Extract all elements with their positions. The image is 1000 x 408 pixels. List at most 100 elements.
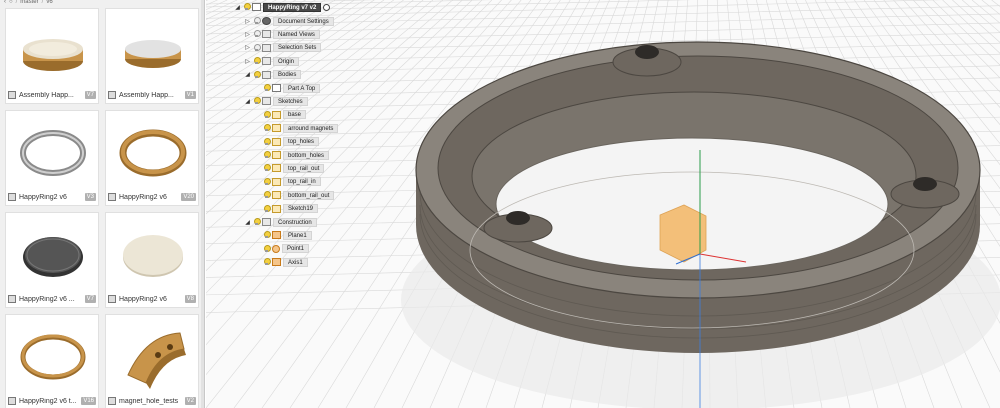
canvas-viewport[interactable] <box>206 0 1000 408</box>
file-card[interactable]: HappyRing2 v6 t... V16 <box>5 314 99 408</box>
tree-node[interactable]: bottom_holes <box>254 150 330 160</box>
caret-right-icon[interactable]: ▷ <box>244 58 251 65</box>
tree-node[interactable]: Axis1 <box>254 257 308 267</box>
version-badge[interactable]: V16 <box>81 397 96 405</box>
visibility-bulb-icon[interactable] <box>253 57 261 65</box>
tree-node[interactable]: top_rail_out <box>254 163 325 173</box>
tree-node[interactable]: ▷ Selection Sets <box>244 43 322 53</box>
visibility-bulb-icon[interactable] <box>263 84 271 92</box>
file-thumbnail[interactable] <box>6 213 98 293</box>
caret-right-icon[interactable]: ▷ <box>244 44 251 51</box>
visibility-bulb-icon[interactable] <box>263 177 271 186</box>
tree-node-label[interactable]: Construction <box>273 217 317 227</box>
tree-node-label[interactable]: bottom_holes <box>283 150 330 160</box>
tree-node-label[interactable]: top_rail_out <box>283 163 325 173</box>
caret-right-icon[interactable]: ▷ <box>244 18 251 25</box>
breadcrumb-home-icon[interactable]: ○ <box>9 0 13 5</box>
version-badge[interactable]: V8 <box>184 295 196 303</box>
tree-node[interactable]: ▷ Origin <box>244 56 300 66</box>
tree-node-label[interactable]: HappyRing v7 v2 <box>263 2 322 12</box>
3d-scene[interactable] <box>206 0 1000 408</box>
tree-node-label[interactable]: base <box>283 110 307 120</box>
tree-node[interactable]: bottom_rail_out <box>254 190 335 200</box>
version-badge[interactable]: V7 <box>84 295 96 303</box>
tree-node[interactable]: ▷ Document Settings <box>244 16 334 26</box>
visibility-bulb-icon[interactable] <box>253 30 261 38</box>
visibility-bulb-icon[interactable] <box>253 97 261 105</box>
version-badge[interactable]: V2 <box>184 397 196 405</box>
tree-node-label[interactable]: Origin <box>273 56 300 66</box>
tree-node-label[interactable]: Point1 <box>282 244 310 254</box>
tree-node[interactable]: Plane1 <box>254 230 312 240</box>
visibility-bulb-icon[interactable] <box>263 164 271 172</box>
tree-node[interactable]: Part A Top <box>254 83 321 93</box>
tree-node-label[interactable]: top_rail_in <box>283 177 321 187</box>
file-card[interactable]: HappyRing2 v6 V3 <box>5 110 99 206</box>
visibility-bulb-icon[interactable] <box>263 137 271 146</box>
file-thumbnail[interactable] <box>106 9 198 89</box>
visibility-bulb-icon[interactable] <box>263 258 271 266</box>
version-badge[interactable]: V3 <box>84 193 96 201</box>
file-thumbnail[interactable] <box>106 315 198 395</box>
tree-node-label[interactable]: bottom_rail_out <box>283 190 335 200</box>
breadcrumb-item[interactable]: master <box>20 0 38 5</box>
visibility-bulb-icon[interactable] <box>243 3 251 11</box>
visibility-bulb-icon[interactable] <box>253 43 261 52</box>
activate-radio-icon[interactable] <box>323 3 331 11</box>
visibility-bulb-icon[interactable] <box>253 218 261 226</box>
breadcrumb-back-icon[interactable]: ‹ <box>4 0 6 5</box>
file-thumbnail[interactable] <box>106 111 198 191</box>
tree-node[interactable]: Sketch19 <box>254 204 319 214</box>
tree-node[interactable]: ▷ Named Views <box>244 29 320 39</box>
tree-node-label[interactable]: Sketch19 <box>283 204 319 214</box>
file-card[interactable]: HappyRing2 v6 ... V7 <box>5 212 99 308</box>
file-thumbnail[interactable] <box>6 315 98 395</box>
tree-node-label[interactable]: Plane1 <box>283 230 312 240</box>
tree-node[interactable]: top_holes <box>254 137 320 147</box>
tree-node-label[interactable]: Axis1 <box>283 257 308 267</box>
visibility-bulb-icon[interactable] <box>263 231 271 239</box>
tree-node-label[interactable]: Named Views <box>273 29 320 39</box>
file-card[interactable]: HappyRing2 v6 V20 <box>105 110 199 206</box>
file-thumbnail[interactable] <box>106 213 198 293</box>
version-badge[interactable]: V20 <box>181 193 196 201</box>
panel-scrollbar[interactable] <box>201 0 204 408</box>
visibility-bulb-icon[interactable] <box>263 110 271 119</box>
file-thumbnail[interactable] <box>6 9 98 89</box>
tree-node[interactable]: arround magnets <box>254 123 339 133</box>
tree-node[interactable]: ◢ Construction <box>244 217 317 227</box>
tree-node[interactable]: ◢ Bodies <box>244 70 302 80</box>
caret-down-icon[interactable]: ◢ <box>244 71 251 78</box>
tree-node[interactable]: base <box>254 110 307 120</box>
visibility-bulb-icon[interactable] <box>263 244 271 253</box>
visibility-bulb-icon[interactable] <box>263 191 271 199</box>
file-thumbnail[interactable] <box>6 111 98 191</box>
tree-node[interactable]: top_rail_in <box>254 177 321 187</box>
visibility-bulb-icon[interactable] <box>263 124 271 132</box>
caret-right-icon[interactable]: ▷ <box>244 31 251 38</box>
caret-down-icon[interactable]: ◢ <box>244 98 251 105</box>
version-badge[interactable]: V1 <box>184 91 196 99</box>
tree-node[interactable]: Point1 <box>254 244 310 254</box>
tree-node-label[interactable]: Sketches <box>273 96 308 106</box>
tree-root[interactable]: ◢ HappyRing v7 v2 <box>234 2 331 12</box>
version-badge[interactable]: V7 <box>84 91 96 99</box>
tree-node-label[interactable]: Document Settings <box>273 16 334 26</box>
breadcrumb-item[interactable]: v6 <box>46 0 52 5</box>
file-card[interactable]: Assembly Happ... V1 <box>105 8 199 104</box>
tree-node[interactable]: ◢ Sketches <box>244 96 308 106</box>
tree-node-label[interactable]: Bodies <box>273 70 302 80</box>
tree-node-label[interactable]: top_holes <box>283 137 320 147</box>
visibility-bulb-icon[interactable] <box>253 70 261 79</box>
tree-node-label[interactable]: arround magnets <box>283 123 339 133</box>
caret-down-icon[interactable]: ◢ <box>234 4 241 11</box>
tree-node-label[interactable]: Selection Sets <box>273 43 322 53</box>
visibility-bulb-icon[interactable] <box>263 204 271 213</box>
visibility-bulb-icon[interactable] <box>253 17 261 25</box>
file-card[interactable]: Assembly Happ... V7 <box>5 8 99 104</box>
visibility-bulb-icon[interactable] <box>263 151 271 159</box>
caret-down-icon[interactable]: ◢ <box>244 219 251 226</box>
file-card[interactable]: HappyRing2 v6 V8 <box>105 212 199 308</box>
file-card[interactable]: magnet_hole_tests V2 <box>105 314 199 408</box>
tree-node-label[interactable]: Part A Top <box>283 83 321 93</box>
